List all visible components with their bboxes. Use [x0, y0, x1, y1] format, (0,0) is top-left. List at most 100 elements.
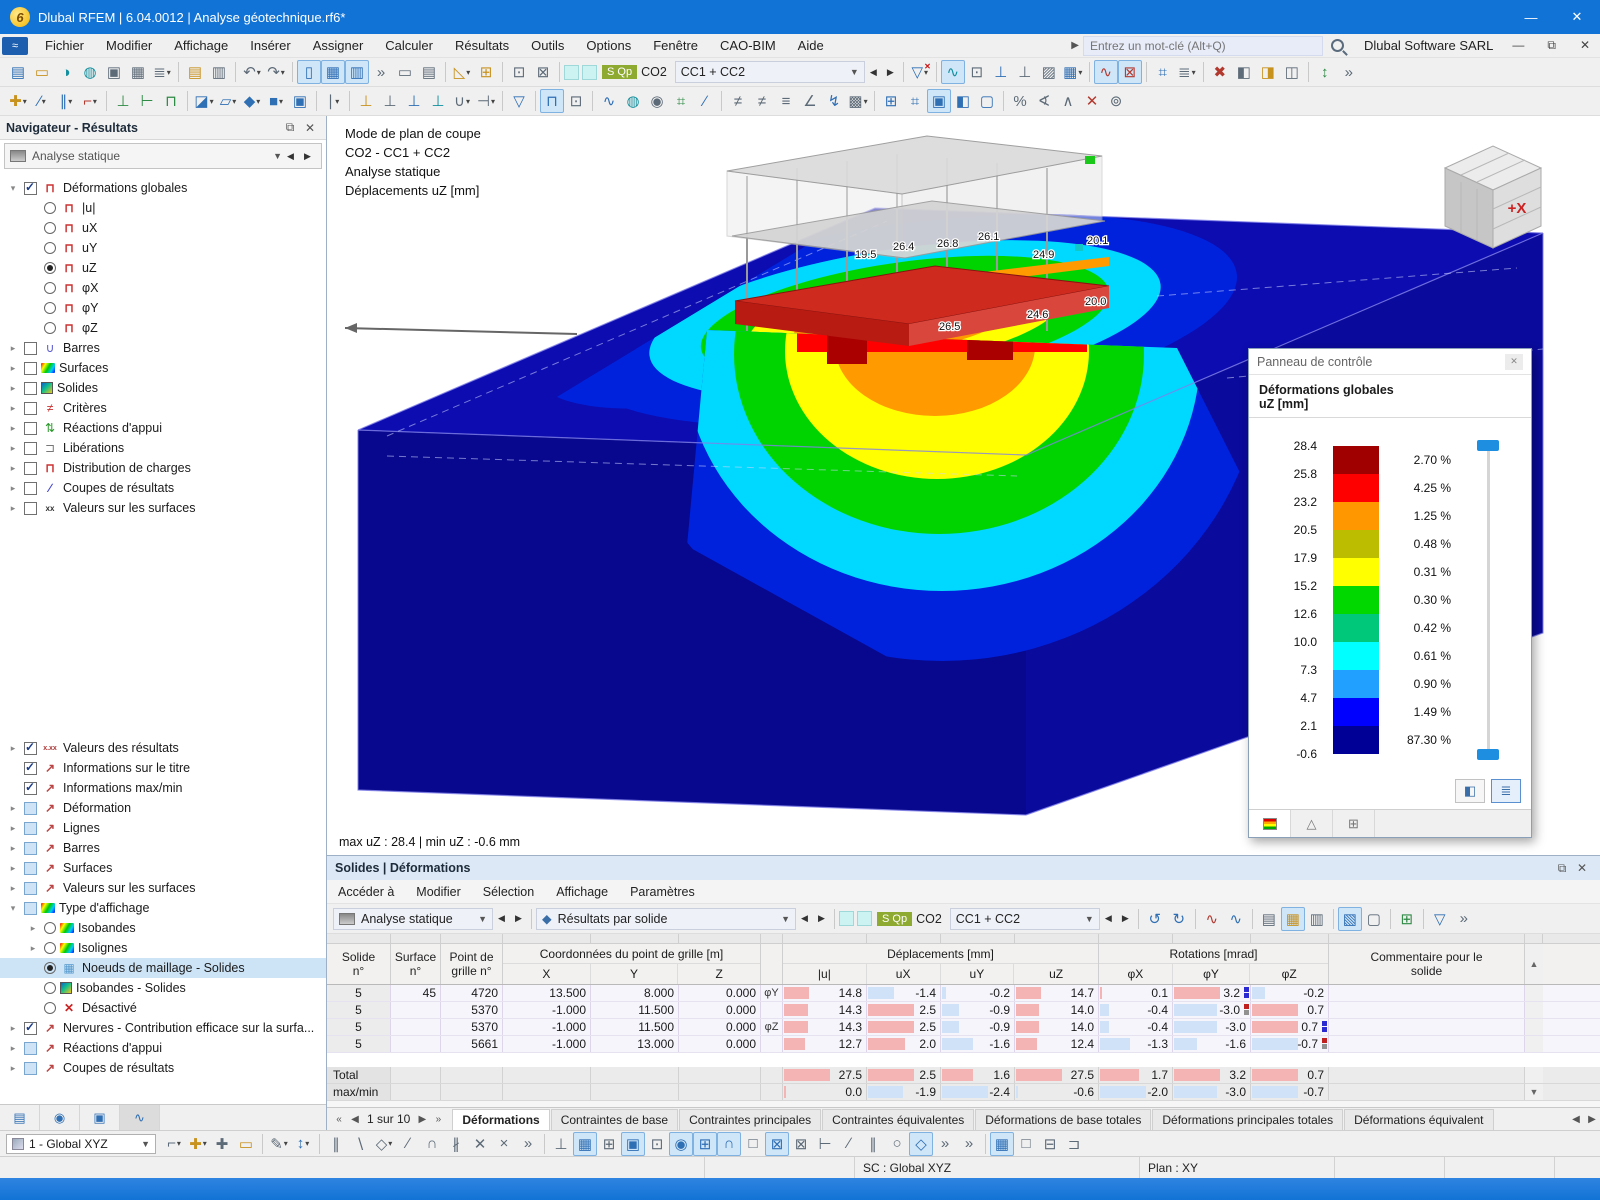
table-row[interactable]: 5 5661 -1.000 13.000 0.000 12.7 2.0 -1.6 12.4 -1.… — [327, 1036, 1600, 1053]
menu-insérer[interactable]: Insérer — [239, 34, 301, 58]
saved-views-icon[interactable]: ▭ — [234, 1132, 258, 1156]
expander-icon[interactable]: ▸ — [6, 483, 20, 494]
panel-close-icon[interactable]: ✕ — [1505, 353, 1523, 370]
next-analysis-table[interactable]: ▶ — [510, 909, 527, 929]
tree-item[interactable]: uX — [0, 218, 326, 238]
legend-color-swatch[interactable] — [1333, 530, 1379, 558]
prev-loadcase-button[interactable]: ◀ — [865, 62, 882, 82]
checkbox[interactable] — [24, 421, 37, 435]
data-cell[interactable]: -1.000 — [503, 1019, 591, 1035]
data-cell[interactable]: 11.500 — [591, 1019, 679, 1035]
table-loadcase-combo[interactable]: CC1 + CC2 ▼ — [949, 907, 1100, 930]
sc-generator-icon[interactable]: ▭ — [393, 60, 417, 84]
checkbox[interactable] — [24, 901, 37, 915]
phi-flag-cell[interactable]: φY — [761, 985, 783, 1001]
tree-item[interactable]: ▸ Coupes de résultats — [0, 478, 326, 498]
table-results-combo[interactable]: ◆ Résultats par solide ▼ — [536, 907, 796, 930]
support-line-icon[interactable]: ⊥ — [378, 89, 402, 113]
mini-table-icon[interactable]: ▤ — [417, 60, 441, 84]
tree-item[interactable]: ▸ Libérations — [0, 438, 326, 458]
next-result-table[interactable]: ▶ — [813, 909, 830, 929]
navigation-cube[interactable]: +X — [1443, 145, 1543, 249]
more-snap-2-icon[interactable]: » — [957, 1132, 981, 1156]
checkbox[interactable] — [24, 740, 37, 755]
value-cell[interactable]: -0.2 — [1251, 985, 1329, 1001]
legend-color-swatch[interactable] — [1333, 726, 1379, 754]
value-cell[interactable]: -0.6 — [1015, 1084, 1099, 1100]
new-surface-icon[interactable]: ◪ ▾ — [192, 89, 216, 113]
value-cell[interactable]: -3.0 — [1173, 1019, 1251, 1035]
legend-slider-max-handle[interactable] — [1477, 440, 1499, 451]
value-cell[interactable]: 0.0 — [783, 1084, 867, 1100]
model-viewport[interactable]: +X 19.5 26.4 26.8 26.1 24.9 20.1 26.5 24.6 20.0 … — [327, 116, 1600, 855]
show-result-values-icon[interactable]: ⊡ — [965, 60, 989, 84]
tree-item[interactable]: φY — [0, 298, 326, 318]
select-special-icon[interactable]: ⊠ — [531, 60, 555, 84]
value-cell[interactable]: -1.6 — [941, 1036, 1015, 1052]
toggle-results-table-icon[interactable]: ▥ — [345, 60, 369, 84]
print-icon[interactable]: ≣ ▾ — [150, 60, 174, 84]
legend-color-swatch[interactable] — [1333, 670, 1379, 698]
new-solid-icon[interactable]: ◆ ▾ — [240, 89, 264, 113]
checkbox[interactable] — [24, 381, 37, 395]
console-icon[interactable]: » — [369, 60, 393, 84]
new-member-set-icon[interactable]: ⊢ — [135, 89, 159, 113]
tree-item[interactable]: ▸ Réactions d'appui — [0, 418, 326, 438]
table-tab-6[interactable]: Déformations équivalent — [1344, 1108, 1494, 1130]
expander-icon[interactable]: ▸ — [6, 843, 20, 854]
set-origin-icon[interactable]: ✚ ▾ — [186, 1132, 210, 1156]
legend-color-swatch[interactable] — [1333, 474, 1379, 502]
new-node-icon[interactable]: ✚ ▾ — [6, 89, 30, 113]
object-snap-icon[interactable]: ◉ — [669, 1131, 693, 1156]
render-mode-icon[interactable]: ▣ — [927, 89, 951, 113]
snap-intersection-icon[interactable]: ⊞ — [693, 1131, 717, 1156]
new-frame-icon[interactable]: ⊓ — [159, 89, 183, 113]
work-plane-yz-icon[interactable]: ∕ — [837, 1132, 861, 1156]
table-tab-4[interactable]: Déformations de base totales — [975, 1108, 1152, 1130]
edit-color-scale-button[interactable]: ◧ — [1455, 779, 1485, 803]
data-cell[interactable]: 0.000 — [679, 985, 761, 1001]
solide-cell[interactable]: 5 — [327, 1036, 391, 1052]
value-cell[interactable]: -0.9 — [941, 1019, 1015, 1035]
level-icon[interactable]: ≡ — [774, 89, 798, 113]
comment-cell[interactable] — [1329, 1036, 1525, 1052]
data-cell[interactable]: 13.500 — [503, 985, 591, 1001]
grid-on-icon[interactable]: ▦ — [573, 1131, 597, 1156]
tree-item[interactable]: φZ — [0, 318, 326, 338]
next-lc-table[interactable]: ▶ — [1117, 909, 1134, 929]
copy-content-icon[interactable]: ▥ — [207, 60, 231, 84]
comment-cell[interactable] — [1329, 1019, 1525, 1035]
search-input[interactable] — [1082, 35, 1323, 56]
table-scroll-up-icon[interactable]: ▲ — [1525, 944, 1543, 984]
delete-icon[interactable]: ✕ — [1080, 89, 1104, 113]
next-analysis-button[interactable]: ▶ — [299, 146, 316, 166]
last-page-icon[interactable]: » — [430, 1114, 446, 1125]
table-tab-2[interactable]: Contraintes principales — [679, 1108, 822, 1130]
coordinate-system-combo[interactable]: 1 - Global XYZ ▼ — [6, 1133, 156, 1154]
calc-tools-icon[interactable]: ≣ ▾ — [1175, 60, 1199, 84]
support-node-icon[interactable]: ⊥ — [354, 89, 378, 113]
header-solide[interactable]: Solide n° — [327, 944, 391, 984]
snap-view-icon[interactable]: ⌗ — [903, 89, 927, 113]
table-tab-1[interactable]: Contraintes de base — [550, 1108, 679, 1130]
data-cell[interactable]: 11.500 — [591, 1002, 679, 1018]
value-cell[interactable]: -3.0 — [1173, 1002, 1251, 1018]
radio-button[interactable] — [44, 262, 56, 274]
radio-button[interactable] — [44, 982, 56, 994]
menu-affichage[interactable]: Affichage — [163, 34, 239, 58]
view-solid-icon[interactable]: ◧ — [1232, 60, 1256, 84]
undo-table-icon[interactable]: ↺ — [1143, 907, 1167, 931]
settings-icon[interactable]: ⊚ — [1104, 89, 1128, 113]
grid-points-icon[interactable]: ⊞ — [597, 1132, 621, 1156]
table-menu-0[interactable]: Accéder à — [327, 885, 405, 899]
select-box-icon[interactable]: □ — [741, 1132, 765, 1156]
value-cell[interactable]: -0.2 — [941, 985, 1015, 1001]
results-on-deformed-icon[interactable]: ∿ — [1093, 60, 1118, 84]
value-cell[interactable]: -0.7 — [1251, 1084, 1329, 1100]
data-cell[interactable] — [391, 1019, 441, 1035]
grid-view-icon[interactable]: ⊞ — [879, 89, 903, 113]
tree-item[interactable]: ▸ Isolignes — [0, 938, 326, 958]
data-cell[interactable] — [391, 1036, 441, 1052]
solide-cell[interactable]: 5 — [327, 1002, 391, 1018]
radio-button[interactable] — [44, 322, 56, 334]
